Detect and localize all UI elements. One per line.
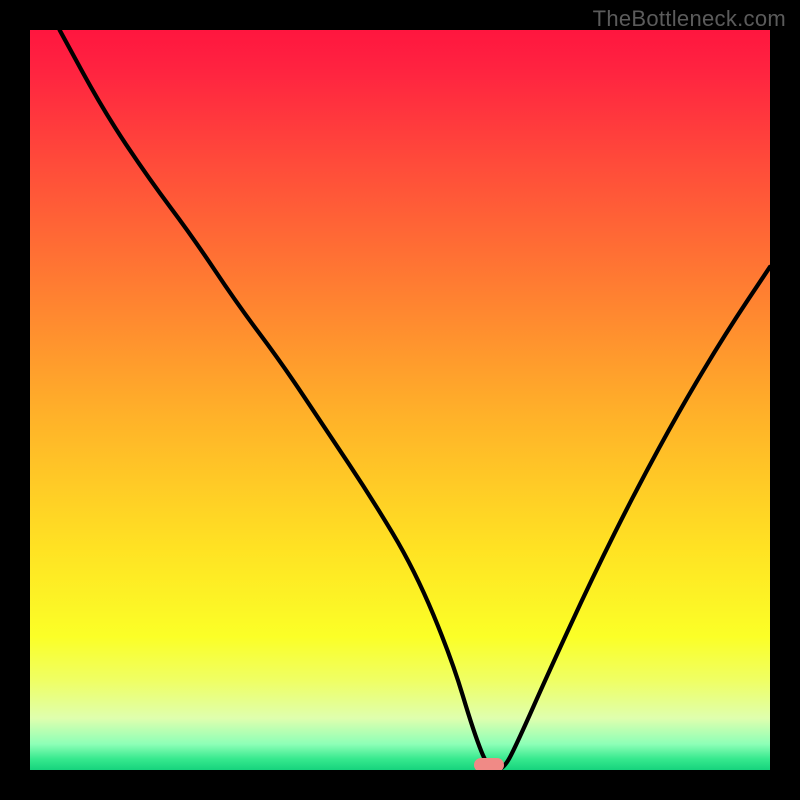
bottleneck-curve-path [60, 30, 770, 770]
optimal-marker [474, 758, 504, 770]
watermark-text: TheBottleneck.com [593, 6, 786, 32]
plot-area [30, 30, 770, 770]
chart-frame: TheBottleneck.com [0, 0, 800, 800]
curve-layer [30, 30, 770, 770]
